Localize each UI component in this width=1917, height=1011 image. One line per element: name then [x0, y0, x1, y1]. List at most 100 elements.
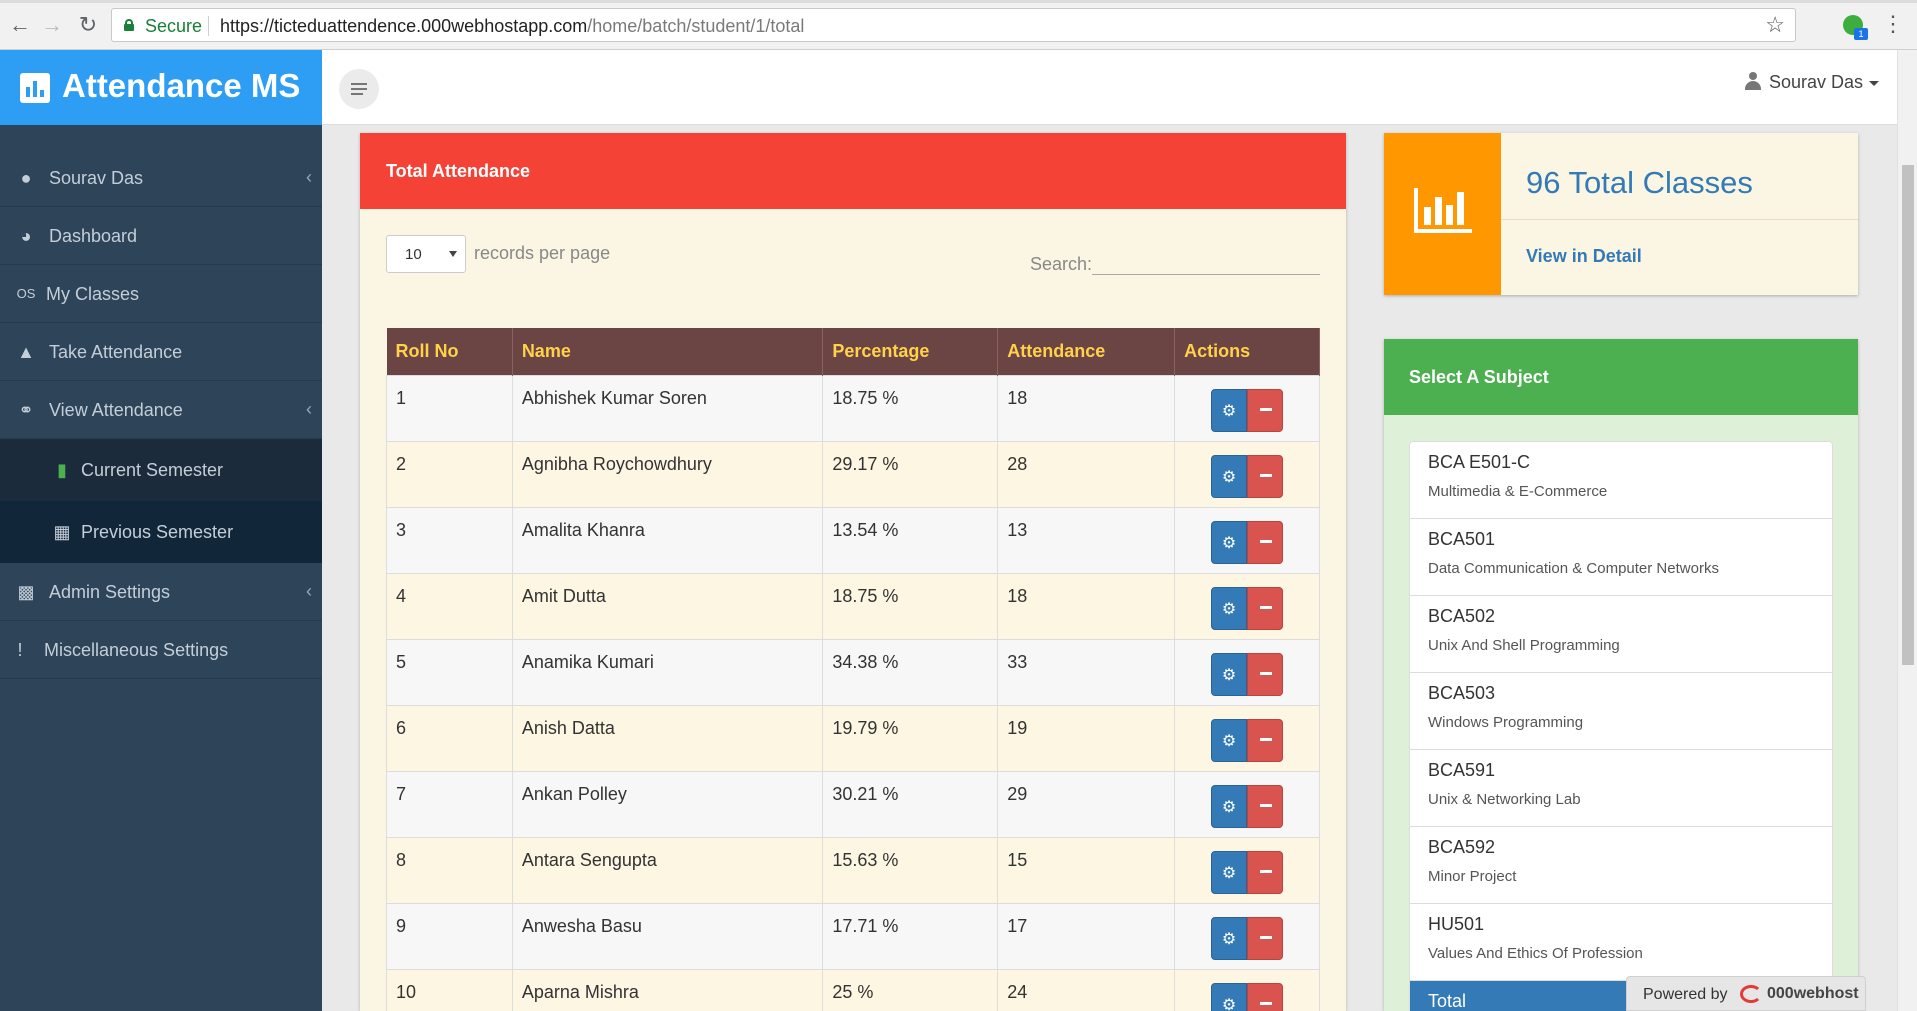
user-icon: ● [20, 168, 32, 188]
sitemap-icon: ▩ [17, 582, 35, 602]
table-row: 3 Amalita Khanra 13.54 % 13 ⚙ [386, 506, 1320, 574]
percentage-cell: 15.63 % [822, 836, 999, 904]
column-header[interactable]: Name [512, 328, 824, 375]
graduation-cap-icon: ▲ [17, 342, 35, 362]
column-header[interactable]: Percentage [822, 328, 999, 375]
bookmark-star-icon[interactable]: ☆ [1765, 12, 1785, 38]
sidebar-toggle-button[interactable] [339, 69, 379, 109]
sidebar-item-current-semester[interactable]: ▮ Current Semester [0, 439, 322, 501]
webhost-logo-icon [1740, 985, 1762, 1003]
powered-by-badge[interactable]: Powered by 000webhost [1626, 976, 1866, 1011]
column-header[interactable]: Roll No [386, 328, 513, 375]
remove-button[interactable] [1247, 916, 1284, 960]
remove-button[interactable] [1247, 718, 1284, 762]
attendance-table: Roll No Name Percentage Attendance Actio… [386, 328, 1320, 1011]
user-icon [1744, 72, 1761, 90]
roll-cell: 2 [386, 440, 513, 508]
minus-icon [1260, 605, 1273, 609]
settings-button[interactable]: ⚙ [1211, 784, 1248, 828]
view-in-detail-link[interactable]: View in Detail [1526, 246, 1642, 267]
browser-menu-icon[interactable]: ⋮ [1882, 10, 1904, 38]
table-row: 1 Abhishek Kumar Soren 18.75 % 18 ⚙ [386, 374, 1320, 442]
sidebar-item-label: Dashboard [49, 226, 138, 246]
user-dropdown[interactable]: Sourav Das [1744, 72, 1879, 93]
subject-code: BCA501 [1428, 529, 1496, 549]
sidebar-item-profile[interactable]: ● Sourav Das ‹ [0, 149, 322, 207]
subject-name: Data Communication & Computer Networks [1428, 560, 1719, 577]
remove-button[interactable] [1247, 586, 1284, 630]
settings-button[interactable]: ⚙ [1211, 586, 1248, 630]
column-header[interactable]: Attendance [997, 328, 1176, 375]
remove-button[interactable] [1247, 850, 1284, 894]
brand-header[interactable]: Attendance MS [0, 50, 322, 125]
remove-button[interactable] [1247, 454, 1284, 498]
subject-item[interactable]: BCA592 Minor Project [1410, 827, 1832, 904]
lock-icon [124, 19, 134, 31]
sidebar-item-admin-settings[interactable]: ▩ Admin Settings ‹ [0, 563, 322, 621]
reload-icon[interactable]: ↻ [76, 13, 100, 37]
settings-button[interactable]: ⚙ [1211, 718, 1248, 762]
forward-icon[interactable]: → [40, 13, 64, 37]
top-navbar: Sourav Das [322, 50, 1897, 125]
user-name: Sourav Das [1768, 72, 1863, 92]
subject-item[interactable]: BCA591 Unix & Networking Lab [1410, 750, 1832, 827]
actions-cell: ⚙ [1174, 770, 1320, 838]
back-icon[interactable]: ← [8, 13, 32, 37]
name-cell: Antara Sengupta [511, 836, 824, 904]
column-header: Actions [1174, 328, 1320, 375]
scrollbar-thumb[interactable] [1902, 165, 1914, 665]
roll-cell: 9 [386, 902, 513, 970]
attendance-cell: 18 [997, 572, 1176, 640]
name-cell: Ankan Polley [511, 770, 824, 838]
gear-icon: ⚙ [1221, 468, 1237, 486]
subject-code: BCA502 [1428, 606, 1496, 626]
minus-icon [1260, 935, 1273, 939]
subject-item[interactable]: BCA503 Windows Programming [1410, 673, 1832, 750]
minus-icon [1260, 803, 1273, 807]
chevron-left-icon: ‹ [306, 399, 312, 419]
remove-button[interactable] [1247, 388, 1284, 432]
gear-icon: ⚙ [1221, 996, 1237, 1011]
page-scrollbar[interactable] [1897, 50, 1917, 1011]
sidebar-item-my-classes[interactable]: OS My Classes [0, 265, 322, 323]
tab-strip [0, 0, 1917, 3]
settings-button[interactable]: ⚙ [1211, 520, 1248, 564]
actions-cell: ⚙ [1174, 968, 1320, 1011]
sidebar-item-misc-settings[interactable]: ! Miscellaneous Settings [0, 621, 322, 679]
remove-button[interactable] [1247, 652, 1284, 696]
sidebar-item-dashboard[interactable]: ◕ Dashboard [0, 207, 322, 265]
remove-button[interactable] [1247, 520, 1284, 564]
subject-item[interactable]: BCA E501-C Multimedia & E-Commerce [1410, 442, 1832, 519]
settings-button[interactable]: ⚙ [1211, 916, 1248, 960]
subject-item[interactable]: HU501 Values And Ethics Of Profession [1410, 904, 1832, 981]
subject-item[interactable]: BCA502 Unix And Shell Programming [1410, 596, 1832, 673]
remove-button[interactable] [1247, 784, 1284, 828]
subject-item[interactable]: BCA501 Data Communication & Computer Netw… [1410, 519, 1832, 596]
subject-code: BCA591 [1428, 760, 1496, 780]
table-row: 6 Anish Datta 19.79 % 19 ⚙ [386, 704, 1320, 772]
percentage-cell: 25 % [822, 968, 999, 1011]
sidebar-item-view-attendance[interactable]: ⚭ View Attendance ‹ [0, 381, 322, 439]
sidebar-item-take-attendance[interactable]: ▲ Take Attendance [0, 323, 322, 381]
remove-button[interactable] [1247, 982, 1284, 1011]
settings-button[interactable]: ⚙ [1211, 388, 1248, 432]
records-per-page-select[interactable]: 10 [386, 235, 466, 273]
subject-code: HU501 [1428, 914, 1485, 934]
minus-icon [1260, 671, 1273, 675]
address-bar[interactable]: Secure https://ticteduattendence.000webh… [111, 8, 1796, 42]
settings-button[interactable]: ⚙ [1211, 454, 1248, 498]
gear-icon: ⚙ [1221, 534, 1237, 552]
settings-button[interactable]: ⚙ [1211, 652, 1248, 696]
search-input[interactable] [1092, 253, 1321, 275]
gear-icon: ⚙ [1221, 666, 1237, 684]
subject-name: Multimedia & E-Commerce [1428, 483, 1608, 500]
sidebar-item-label: Sourav Das [49, 168, 144, 188]
search-box: Search: [1030, 253, 1321, 275]
settings-button[interactable]: ⚙ [1211, 982, 1248, 1011]
url-text[interactable]: https://ticteduattendence.000webhostapp.… [220, 16, 804, 37]
gear-icon: ⚙ [1221, 600, 1237, 618]
name-cell: Anwesha Basu [511, 902, 824, 970]
settings-button[interactable]: ⚙ [1211, 850, 1248, 894]
actions-cell: ⚙ [1174, 638, 1320, 706]
sidebar-item-previous-semester[interactable]: ▦ Previous Semester [0, 501, 322, 563]
